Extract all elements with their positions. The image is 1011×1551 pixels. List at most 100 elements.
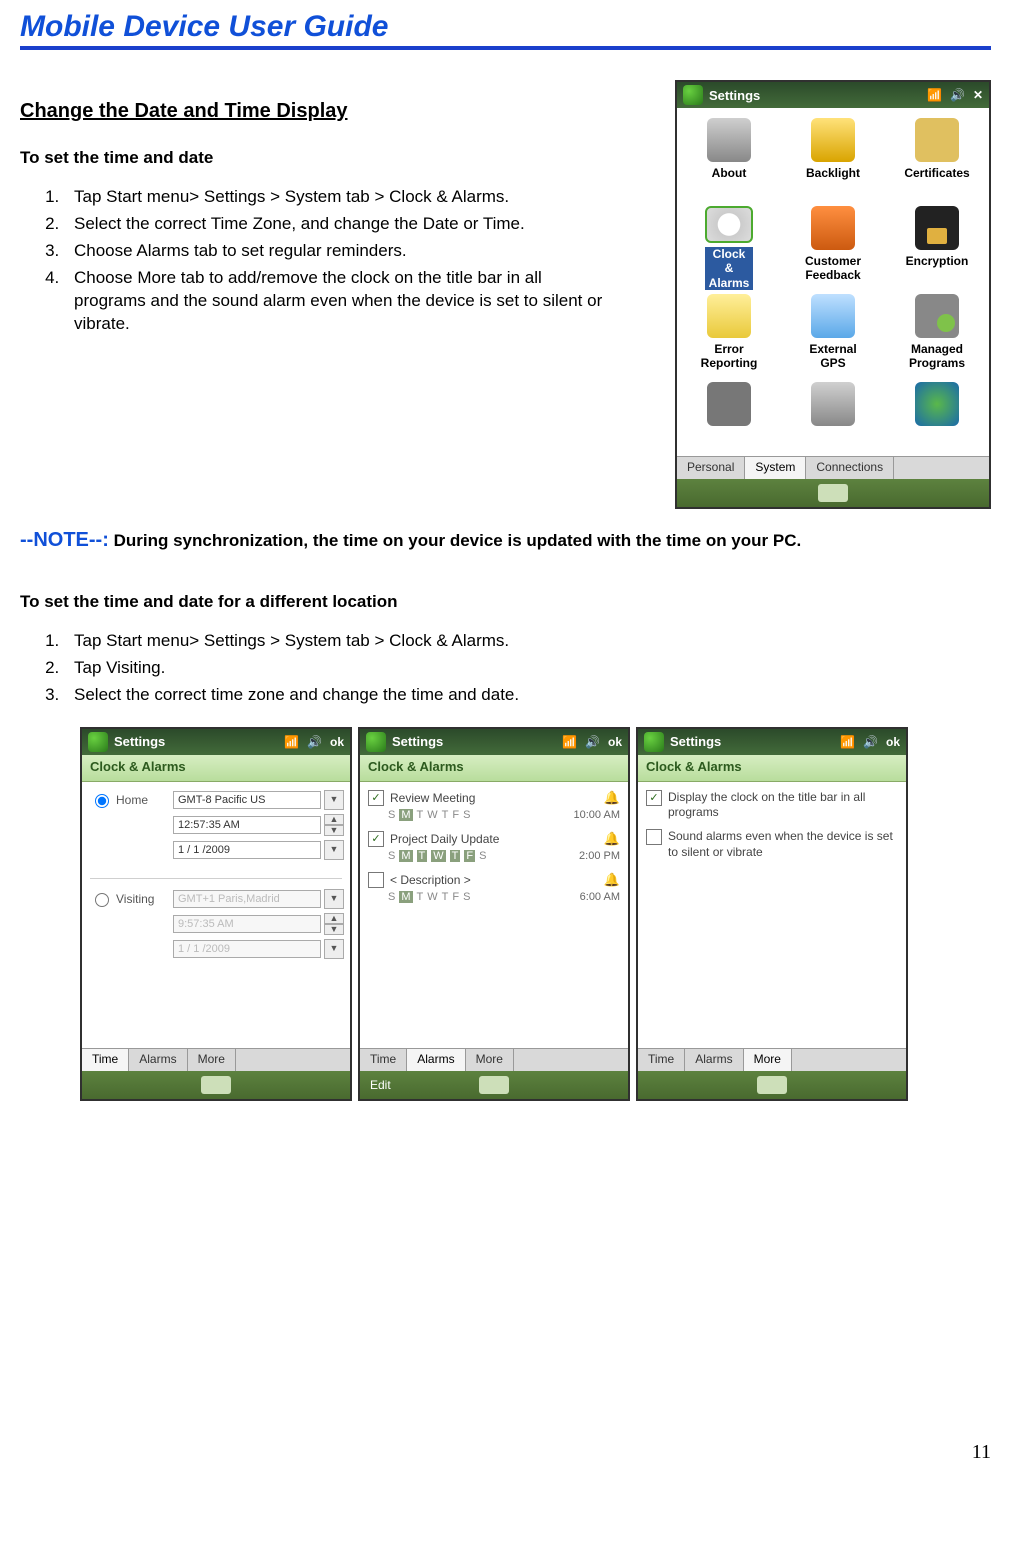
spin-up-icon[interactable]: ▲ — [324, 814, 344, 825]
keyboard-icon[interactable] — [757, 1076, 787, 1094]
volume-icon[interactable]: 🔊 — [585, 735, 600, 749]
visiting-date-field[interactable]: 1 / 1 /2009 — [173, 940, 321, 958]
settings-item[interactable] — [885, 378, 989, 446]
option-checkbox[interactable]: ✓ — [646, 790, 662, 806]
settings-item[interactable] — [677, 378, 781, 446]
dropdown-icon[interactable]: ▼ — [324, 889, 344, 909]
tab-more[interactable]: More — [744, 1049, 792, 1071]
alarm-time[interactable]: 6:00 AM — [580, 891, 620, 903]
alarm-name[interactable]: Review Meeting — [390, 791, 475, 805]
dropdown-icon[interactable]: ▼ — [324, 840, 344, 860]
alarm-time[interactable]: 2:00 PM — [579, 850, 620, 862]
settings-item[interactable]: Backlight — [781, 114, 885, 202]
alarm-checkbox[interactable]: ✓ — [368, 790, 384, 806]
settings-item[interactable]: Certificates — [885, 114, 989, 202]
alarm-name[interactable]: Project Daily Update — [390, 832, 499, 846]
settings-item[interactable]: Encryption — [885, 202, 989, 290]
bell-icon[interactable]: 🔔 — [604, 790, 620, 806]
alarm-time[interactable]: 10:00 AM — [574, 809, 620, 821]
home-tz-field[interactable]: GMT-8 Pacific US — [173, 791, 321, 809]
alarm-day[interactable]: M — [399, 809, 412, 821]
alarm-day[interactable]: S — [463, 809, 470, 821]
alarm-day[interactable]: M — [399, 850, 412, 862]
bell-icon[interactable]: 🔔 — [604, 831, 620, 847]
bell-icon[interactable]: 🔔 — [604, 872, 620, 888]
visiting-time-field[interactable]: 9:57:35 AM — [173, 915, 321, 933]
alarm-day[interactable]: W — [427, 809, 437, 821]
alarm-checkbox[interactable]: ✓ — [368, 831, 384, 847]
settings-item[interactable]: CustomerFeedback — [781, 202, 885, 290]
start-icon[interactable] — [366, 732, 386, 752]
home-time-field[interactable]: 12:57:35 AM — [173, 816, 321, 834]
visiting-radio[interactable]: Visiting — [90, 890, 170, 907]
volume-icon[interactable]: 🔊 — [863, 735, 878, 749]
alarm-day[interactable]: W — [427, 891, 437, 903]
alarm-row[interactable]: < Description >🔔SMTWTFS6:00 AM — [368, 872, 620, 903]
home-radio[interactable]: Home — [90, 791, 170, 808]
alarm-day[interactable]: S — [463, 891, 470, 903]
alarm-name[interactable]: < Description > — [390, 873, 471, 887]
dropdown-icon[interactable]: ▼ — [324, 790, 344, 810]
keyboard-icon[interactable] — [818, 484, 848, 502]
spin-down-icon[interactable]: ▼ — [324, 924, 344, 935]
softkey-edit[interactable]: Edit — [370, 1078, 391, 1092]
dropdown-icon[interactable]: ▼ — [324, 939, 344, 959]
visiting-tz-field[interactable]: GMT+1 Paris,Madrid — [173, 890, 321, 908]
alarm-day[interactable]: S — [388, 850, 395, 862]
alarm-day[interactable]: F — [452, 891, 459, 903]
alarm-day[interactable]: T — [442, 809, 449, 821]
keyboard-icon[interactable] — [479, 1076, 509, 1094]
close-button[interactable]: ✕ — [973, 88, 983, 102]
settings-item[interactable]: Clock&Alarms — [677, 202, 781, 290]
tab-system[interactable]: System — [745, 457, 806, 479]
tab-personal[interactable]: Personal — [677, 457, 745, 479]
start-icon[interactable] — [683, 85, 703, 105]
option-checkbox[interactable] — [646, 829, 662, 845]
alarm-day[interactable]: S — [388, 891, 395, 903]
settings-item-label: ManagedPrograms — [909, 342, 965, 371]
home-date-field[interactable]: 1 / 1 /2009 — [173, 841, 321, 859]
alarm-day[interactable]: M — [399, 891, 412, 903]
alarm-day[interactable]: F — [464, 850, 475, 862]
tab-time[interactable]: Time — [360, 1049, 407, 1071]
settings-item[interactable]: ErrorReporting — [677, 290, 781, 378]
settings-item[interactable]: About — [677, 114, 781, 202]
alarm-day[interactable]: T — [417, 850, 428, 862]
settings-item[interactable] — [781, 378, 885, 446]
tab-time[interactable]: Time — [638, 1049, 685, 1071]
settings-screenshot: Settings 📶 🔊 ✕ AboutBacklightCertificate… — [675, 80, 991, 509]
tab-alarms[interactable]: Alarms — [407, 1049, 465, 1071]
tab-alarms[interactable]: Alarms — [129, 1049, 187, 1071]
alarm-row[interactable]: ✓Review Meeting🔔SMTWTFS10:00 AM — [368, 790, 620, 821]
alarm-day[interactable]: W — [431, 850, 445, 862]
more-option[interactable]: ✓Display the clock on the title bar in a… — [646, 790, 898, 821]
tab-time[interactable]: Time — [82, 1049, 129, 1071]
tab-alarms[interactable]: Alarms — [685, 1049, 743, 1071]
alarm-day[interactable]: T — [417, 891, 424, 903]
spin-down-icon[interactable]: ▼ — [324, 825, 344, 836]
spin-up-icon[interactable]: ▲ — [324, 913, 344, 924]
tab-connections[interactable]: Connections — [806, 457, 894, 479]
tab-more[interactable]: More — [188, 1049, 236, 1071]
alarm-day[interactable]: S — [388, 809, 395, 821]
alarm-row[interactable]: ✓Project Daily Update🔔SMTWTFS2:00 PM — [368, 831, 620, 862]
alarm-day[interactable]: T — [450, 850, 461, 862]
settings-item[interactable]: ExternalGPS — [781, 290, 885, 378]
alarm-day[interactable]: F — [452, 809, 459, 821]
volume-icon[interactable]: 🔊 — [950, 88, 965, 102]
start-icon[interactable] — [644, 732, 664, 752]
ok-button[interactable]: ok — [330, 735, 344, 749]
alarm-day[interactable]: S — [479, 850, 486, 862]
ok-button[interactable]: ok — [886, 735, 900, 749]
more-option[interactable]: Sound alarms even when the device is set… — [646, 829, 898, 860]
volume-icon[interactable]: 🔊 — [307, 735, 322, 749]
ok-button[interactable]: ok — [608, 735, 622, 749]
settings-item-icon — [915, 118, 959, 162]
alarm-day[interactable]: T — [417, 809, 424, 821]
keyboard-icon[interactable] — [201, 1076, 231, 1094]
tab-more[interactable]: More — [466, 1049, 514, 1071]
alarm-day[interactable]: T — [442, 891, 449, 903]
start-icon[interactable] — [88, 732, 108, 752]
alarm-checkbox[interactable] — [368, 872, 384, 888]
settings-item[interactable]: ManagedPrograms — [885, 290, 989, 378]
